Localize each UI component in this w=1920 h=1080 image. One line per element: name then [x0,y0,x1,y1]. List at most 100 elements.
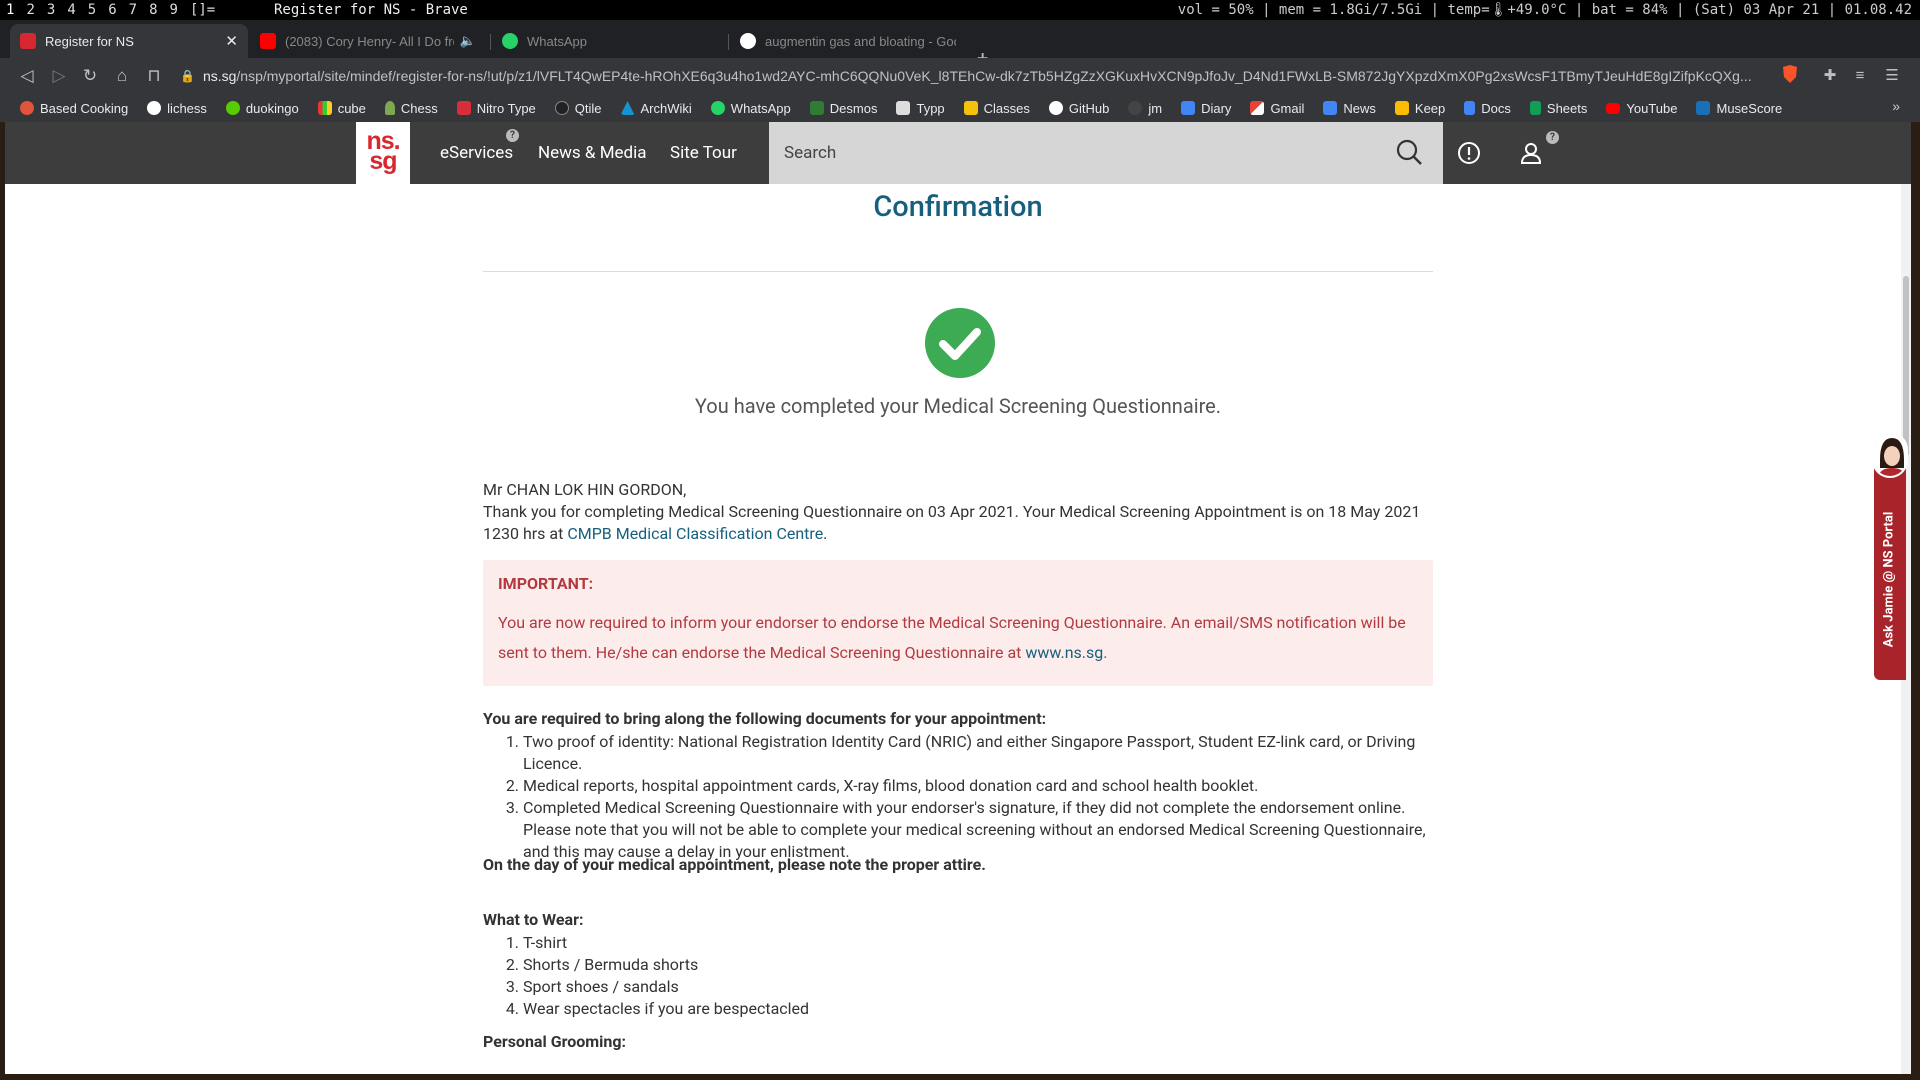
workspace-8[interactable]: 8 [143,0,163,20]
workspace-7[interactable]: 7 [123,0,143,20]
ask-jamie-widget[interactable]: Ask Jamie @ NS Portal [1872,432,1908,680]
scrollbar-thumb[interactable] [1903,276,1909,456]
more-bookmarks-chevron-icon[interactable]: » [1892,98,1900,114]
address-bar[interactable]: 🔒 ns.sg/nsp/myportal/site/mindef/registe… [180,62,1770,90]
list-item: Medical reports, hospital appointment ca… [523,775,1433,797]
tab-google-search[interactable]: augmentin gas and bloating - Goo [730,24,966,58]
nssg-logo[interactable]: ns. sg [356,122,410,184]
site-search-input[interactable] [769,122,1443,184]
bookmark-cube[interactable]: cube [317,101,366,116]
web-page: ns. sg eServices ? News & Media Site Tou… [5,122,1911,1074]
jamie-avatar[interactable] [1872,432,1908,478]
documents-heading: You are required to bring along the foll… [483,709,1047,728]
account-help-question-icon[interactable]: ? [1546,131,1559,144]
diary-icon [1181,101,1196,115]
window-title: Register for NS - Brave [274,2,468,18]
forward-button[interactable]: ▷ [47,64,71,88]
brave-shields-icon[interactable] [1778,64,1802,88]
alert-icon[interactable] [1455,139,1483,167]
bookmark-docs[interactable]: Docs [1464,101,1511,116]
nssg-link[interactable]: www.ns.sg [1025,643,1103,662]
bookmark-nitro-type[interactable]: Nitro Type [456,101,536,116]
what-to-wear-heading: What to Wear: [483,910,584,929]
workspace-1[interactable]: 1 [0,0,20,20]
important-notice: IMPORTANT: You are now required to infor… [483,560,1433,686]
documents-list: Two proof of identity: National Registra… [523,731,1433,863]
what-to-wear-list: T-shirt Shorts / Bermuda shorts Sport sh… [523,932,1433,1020]
url-text[interactable]: ns.sg/nsp/myportal/site/mindef/register-… [203,68,1770,84]
workspace-6[interactable]: 6 [102,0,122,20]
bookmark-musescore[interactable]: MuseScore [1696,101,1782,116]
layout-indicator: []= [189,2,216,18]
bookmark-jm[interactable]: jm [1128,101,1162,116]
search-icon[interactable] [1395,138,1425,168]
site-header: ns. sg eServices ? News & Media Site Tou… [5,122,1911,184]
workspace-4[interactable]: 4 [61,0,81,20]
duolingo-icon [225,101,240,115]
based-cooking-icon [20,101,34,115]
lock-icon[interactable]: 🔒 [180,69,195,83]
attire-heading: On the day of your medical appointment, … [483,855,986,874]
google-news-icon [1323,101,1338,115]
bookmark-lichess[interactable]: lichess [147,101,207,116]
workspace-5[interactable]: 5 [82,0,102,20]
bookmark-qtile[interactable]: Qtile [554,101,602,116]
tab-register-for-ns[interactable]: Register for NS ✕ [10,24,248,58]
bookmark-chess[interactable]: Chess [384,101,438,116]
extensions-icon[interactable]: ✚ [1818,64,1842,88]
bookmark-whatsapp[interactable]: WhatsApp [710,101,791,116]
tab-separator [728,34,729,50]
bookmark-keep[interactable]: Keep [1394,101,1445,116]
back-button[interactable]: ◁ [15,64,39,88]
bookmark-based-cooking[interactable]: Based Cooking [20,101,128,116]
media-playlist-icon[interactable]: ≡ [1848,64,1872,88]
greeting: Mr CHAN LOK HIN GORDON, [483,480,687,499]
user-account-icon[interactable] [1517,139,1545,167]
ask-jamie-label: Ask Jamie @ NS Portal [1881,511,1897,648]
bookmark-duokingo[interactable]: duokingo [225,101,299,116]
tab-whatsapp[interactable]: WhatsApp [492,24,728,58]
nav-site-tour[interactable]: Site Tour [670,122,737,184]
medical-centre-link[interactable]: CMPB Medical Classification Centre [567,524,823,543]
success-check-icon [925,308,995,378]
help-question-icon[interactable]: ? [506,129,519,142]
workspace-9[interactable]: 9 [164,0,184,20]
home-button[interactable]: ⌂ [110,64,134,88]
chess-pawn-icon [384,101,395,115]
close-tab-icon[interactable]: ✕ [225,32,238,50]
google-keep-icon [1394,101,1409,115]
google-classroom-icon [963,101,978,115]
workspace-3[interactable]: 3 [41,0,61,20]
bookmark-youtube[interactable]: YouTube [1606,101,1677,116]
bookmark-gmail[interactable]: Gmail [1250,101,1304,116]
menu-icon[interactable]: ☰ [1880,64,1904,88]
audio-playing-icon[interactable]: 🔈 [460,33,476,49]
nav-eservices[interactable]: eServices [440,122,513,184]
google-docs-icon [1464,101,1476,115]
system-status: vol = 50% | mem = 1.8Gi/7.5Gi | temp=🌡+4… [1177,2,1912,18]
bookmark-news[interactable]: News [1323,101,1376,116]
tab-title: augmentin gas and bloating - Goo [765,33,956,49]
list-item: Two proof of identity: National Registra… [523,731,1433,775]
list-item: T-shirt [523,932,1433,954]
bookmark-github[interactable]: GitHub [1048,101,1109,116]
workspace-2[interactable]: 2 [20,0,40,20]
github-icon [1048,101,1063,115]
bookmark-classes[interactable]: Classes [963,101,1030,116]
gmail-icon [1250,101,1265,115]
nav-news-media[interactable]: News & Media [538,122,647,184]
bookmark-typp[interactable]: Typp [896,101,945,116]
reload-button[interactable]: ↻ [78,64,102,88]
browser-tab-strip: Register for NS ✕ (2083) Cory Henry- All… [0,20,1920,70]
bookmark-page-button[interactable]: ⊓ [142,64,166,88]
bookmark-archwiki[interactable]: ArchWiki [620,101,692,116]
tab-youtube[interactable]: (2083) Cory Henry- All I Do from 🔈 [250,24,486,58]
musescore-icon [1696,101,1711,115]
bookmark-sheets[interactable]: Sheets [1529,101,1587,116]
bookmark-diary[interactable]: Diary [1181,101,1231,116]
whatsapp-icon [710,101,725,115]
whatsapp-favicon-icon [502,33,518,49]
bookmark-desmos[interactable]: Desmos [809,101,877,116]
personal-grooming-heading: Personal Grooming: [483,1032,627,1051]
list-item: Sport shoes / sandals [523,976,1433,998]
